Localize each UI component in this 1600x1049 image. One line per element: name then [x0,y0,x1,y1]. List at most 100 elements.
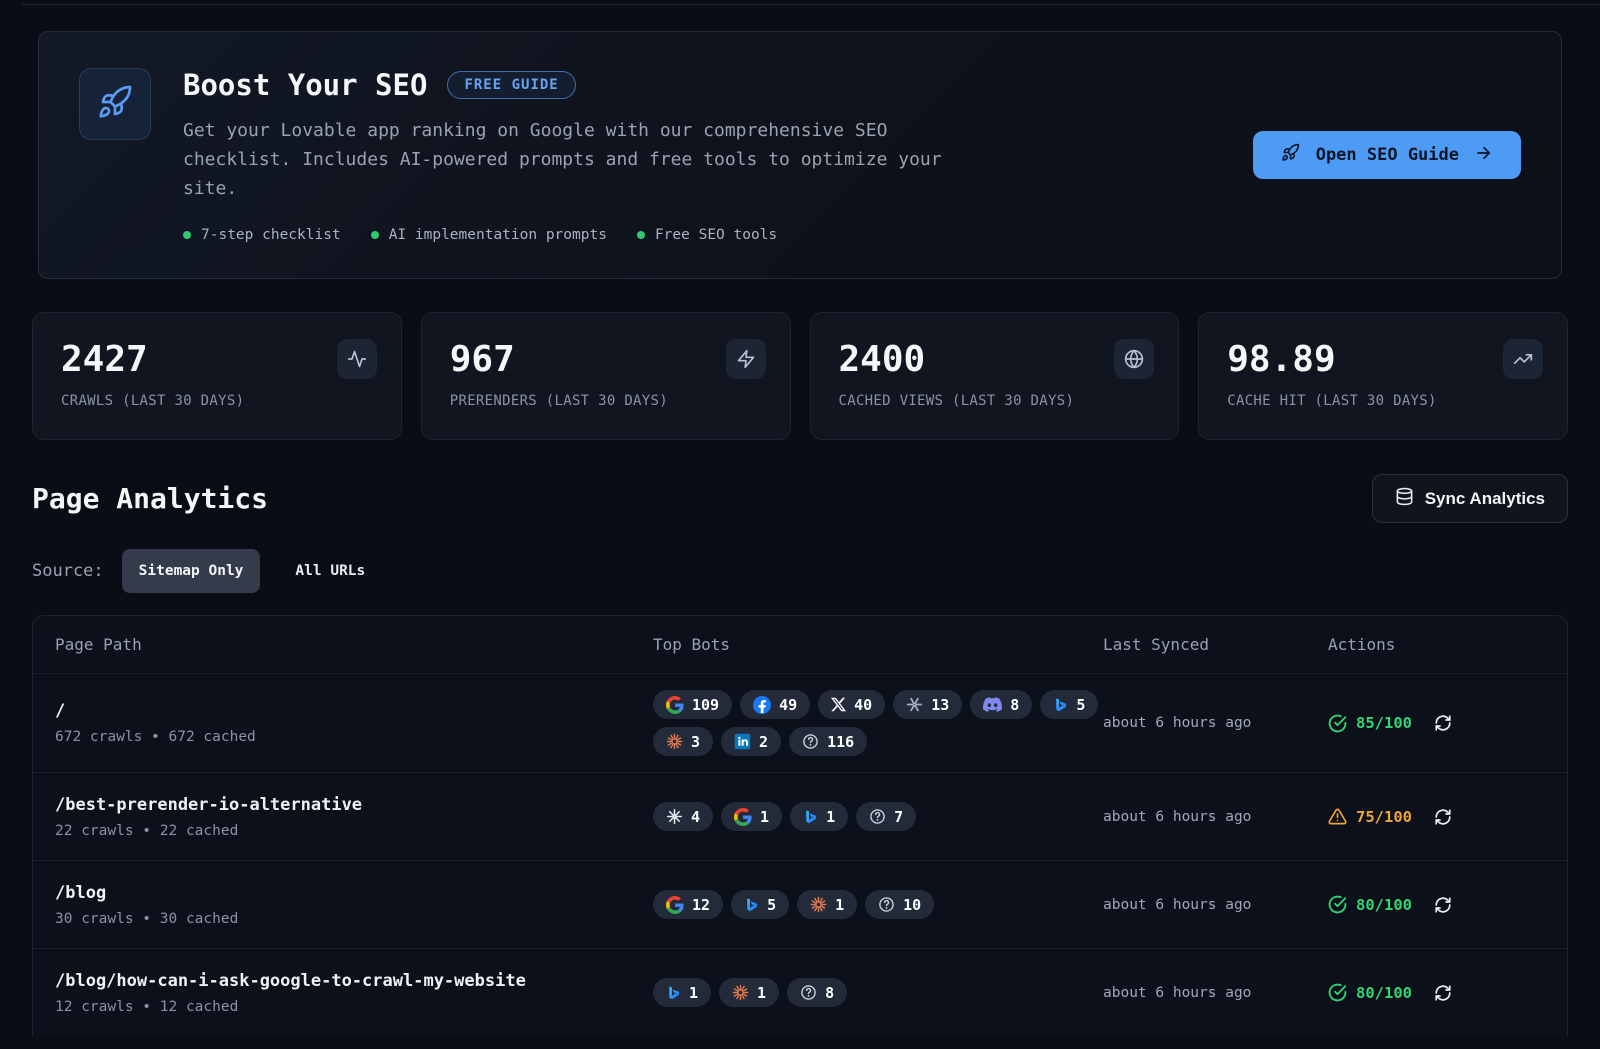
bot-count: 2 [759,733,768,751]
refresh-icon [1434,896,1452,914]
refresh-icon [1434,808,1452,826]
top-bots-cell: 12 5 1 10 [653,890,1103,919]
bot-badge-anthropic: 1 [797,890,857,919]
refresh-icon [1434,714,1452,732]
table-row[interactable]: /best-prerender-io-alternative 22 crawls … [33,772,1567,860]
bot-count: 1 [689,984,698,1002]
green-dot-icon [371,231,379,239]
rocket-icon-box [79,68,151,140]
page-path-link[interactable]: /blog/how-can-i-ask-google-to-crawl-my-w… [55,971,653,991]
bot-count: 1 [835,896,844,914]
anthropic-icon [732,984,749,1001]
stat-value: 98.89 [1227,339,1539,380]
bot-count: 8 [825,984,834,1002]
rocket-icon [1281,143,1300,167]
seo-score: 75/100 [1328,807,1412,826]
page-path-meta: 672 crawls • 672 cached [55,729,653,745]
last-synced: about 6 hours ago [1103,897,1328,913]
bot-badge-bing: 5 [1040,690,1098,719]
page-path-meta: 12 crawls • 12 cached [55,999,653,1015]
bot-badge-google: 12 [653,890,723,919]
score-value: 80/100 [1356,984,1412,1002]
free-guide-badge: FREE GUIDE [447,71,575,99]
check-circle-icon [1328,895,1347,914]
refresh-button[interactable] [1434,896,1452,914]
seo-score: 85/100 [1328,714,1412,733]
bing-icon [1053,696,1068,714]
bot-count: 5 [1076,696,1085,714]
stat-label: PRERENDERS (LAST 30 DAYS) [450,393,762,409]
bot-badge-discord: 8 [970,690,1032,719]
refresh-button[interactable] [1434,714,1452,732]
discord-icon [983,695,1002,714]
bot-badge-linkedin: 2 [721,727,781,756]
bing-icon [744,896,759,914]
bot-count: 1 [826,808,835,826]
page-path-meta: 30 crawls • 30 cached [55,911,653,927]
google-icon [734,808,752,826]
refresh-button[interactable] [1434,984,1452,1002]
warning-triangle-icon [1328,807,1347,826]
unknown-icon [878,896,895,913]
bot-badge-unknown: 10 [865,890,934,919]
stat-label: CACHE HIT (LAST 30 DAYS) [1227,393,1539,409]
col-header-last-synced: Last Synced [1103,635,1328,654]
database-icon [1395,487,1414,511]
bot-badge-unknown: 7 [856,802,916,831]
bot-count: 49 [779,696,797,714]
unknown-icon [869,808,886,825]
bot-badge-anthropic: 1 [719,978,779,1007]
score-value: 80/100 [1356,896,1412,914]
bot-count: 13 [931,696,949,714]
sync-analytics-button[interactable]: Sync Analytics [1372,474,1568,523]
anthropic-icon [810,896,827,913]
open-seo-guide-button[interactable]: Open SEO Guide [1253,131,1521,179]
stat-card-cache-hit: 98.89 CACHE HIT (LAST 30 DAYS) [1198,312,1568,440]
feature-item: AI implementation prompts [371,227,607,243]
bot-count: 12 [692,896,710,914]
table-row[interactable]: /blog 30 crawls • 30 cached 12 5 1 10 about 6 … [33,860,1567,948]
refresh-button[interactable] [1434,808,1452,826]
feature-item: Free SEO tools [637,227,777,243]
unknown-icon [800,984,817,1001]
anthropic-icon [666,733,683,750]
bing-icon [666,984,681,1002]
banner-description: Get your Lovable app ranking on Google w… [183,116,983,203]
bot-badge-facebook: 49 [740,690,810,719]
refresh-icon [1434,984,1452,1002]
bot-badge-unknown: 116 [789,727,867,756]
check-circle-icon [1328,714,1347,733]
top-bots-cell: 1094940138532116 [653,690,1103,756]
stats-row: 2427 CRAWLS (LAST 30 DAYS) 967 PRERENDER… [32,312,1568,440]
bot-badge-bing: 1 [790,802,848,831]
page-path-meta: 22 crawls • 22 cached [55,823,653,839]
table-row[interactable]: /672 crawls • 672 cached1094940138532116… [33,673,1567,772]
page-analytics-title: Page Analytics [32,482,268,515]
bot-badge-bing: 5 [731,890,789,919]
score-value: 85/100 [1356,714,1412,732]
bot-count: 3 [691,733,700,751]
arrow-right-icon [1475,144,1493,167]
trend-up-icon [1503,339,1543,379]
table-row[interactable]: /blog/how-can-i-ask-google-to-crawl-my-w… [33,948,1567,1036]
source-option-sitemap-only[interactable]: Sitemap Only [122,549,261,593]
bot-badge-google: 1 [721,802,782,831]
top-bots-cell: 4117 [653,802,1103,831]
bot-count: 8 [1010,696,1019,714]
bot-badge-google: 109 [653,690,732,719]
bot-count: 10 [903,896,921,914]
seo-score: 80/100 [1328,983,1412,1002]
green-dot-icon [183,231,191,239]
page-path-link[interactable]: /blog [55,883,653,903]
last-synced: about 6 hours ago [1103,809,1328,825]
stat-label: CRAWLS (LAST 30 DAYS) [61,393,373,409]
page-path-link[interactable]: /best-prerender-io-alternative [55,795,653,815]
gptbot-icon [666,808,683,825]
stat-card-crawls: 2427 CRAWLS (LAST 30 DAYS) [32,312,402,440]
page-path-link[interactable]: / [55,701,653,721]
col-header-page-path: Page Path [55,635,653,654]
source-option-all-urls[interactable]: All URLs [278,549,382,593]
bot-count: 1 [760,808,769,826]
stat-card-cached-views: 2400 CACHED VIEWS (LAST 30 DAYS) [810,312,1180,440]
check-circle-icon [1328,983,1347,1002]
